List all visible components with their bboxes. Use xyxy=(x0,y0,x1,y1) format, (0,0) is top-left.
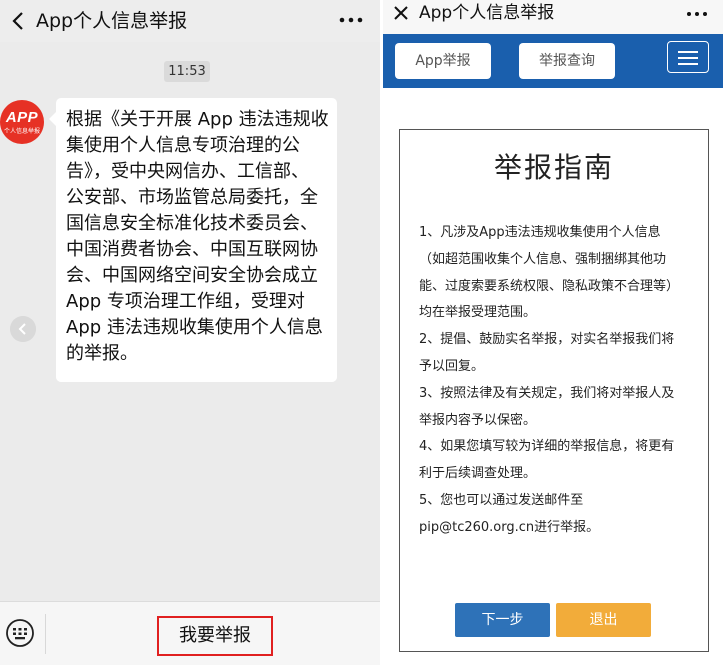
message-line: 中国消费者协会、中国互联网协 xyxy=(66,239,318,260)
report-guide-card: 举报指南 1、凡涉及App违法违规收集使用个人信息 （如超范围收集个人信息、强制… xyxy=(399,129,709,652)
collapse-arrow-icon[interactable] xyxy=(10,316,36,342)
message-line: 的举报。 xyxy=(66,343,138,364)
message-line: 告》，受中央网信办、工信部、 xyxy=(66,161,309,182)
bar-divider xyxy=(45,614,46,654)
close-icon[interactable] xyxy=(391,3,411,23)
guide-title: 举报指南 xyxy=(493,151,614,184)
guide-line: 4、如果您填写较为详细的举报信息，将更有 xyxy=(419,439,675,455)
message-line: 公安部、市场监管总局委托，全 xyxy=(66,187,318,208)
avatar-caption: 个人信息举报 xyxy=(3,128,40,135)
guide-line: 予以回复。 xyxy=(419,358,485,374)
chat-title: App个人信息举报 xyxy=(36,10,188,32)
site-nav: App举报 举报查询 xyxy=(383,34,723,88)
chat-header: App个人信息举报 xyxy=(0,0,380,42)
guide-line: 2、提倡、鼓励实名举报，对实名举报我们将 xyxy=(419,332,675,348)
message-timestamp: 11:53 xyxy=(164,61,210,82)
next-step-button[interactable]: 下一步 xyxy=(455,603,550,637)
guide-text: 1、凡涉及App违法违规收集使用个人信息 （如超范围收集个人信息、强制捆绑其他功… xyxy=(419,220,701,542)
message-bubble: 根据《关于开展 App 违法违规收 集使用个人信息专项治理的公 告》，受中央网信… xyxy=(49,98,337,382)
message-line: 根据《关于开展 App 违法违规收 xyxy=(66,109,329,130)
web-title: App个人信息举报 xyxy=(419,3,555,23)
more-icon[interactable] xyxy=(338,10,364,30)
guide-line: 举报内容予以保密。 xyxy=(419,412,537,428)
guide-line: pip@tc260.org.cn进行举报。 xyxy=(419,519,600,535)
guide-line: 能、过度索要系统权限、隐私政策不合理等） xyxy=(419,278,680,294)
guide-line: 均在举报受理范围。 xyxy=(419,305,537,321)
guide-line: 5、您也可以通过发送邮件至 xyxy=(419,492,584,508)
message-line: 国信息安全标准化技术委员会、 xyxy=(66,213,318,234)
message-line: 会、中国网络空间安全协会成立 xyxy=(66,265,318,286)
message-line: 集使用个人信息专项治理的公 xyxy=(66,135,300,156)
exit-button[interactable]: 退出 xyxy=(556,603,651,637)
guide-line: （如超范围收集个人信息、强制捆绑其他功 xyxy=(419,251,667,267)
message-line: App 专项治理工作组，受理对 xyxy=(66,291,305,312)
message-line: App 违法违规收集使用个人信息 xyxy=(66,317,323,338)
menu-icon[interactable] xyxy=(667,41,709,73)
guide-line: 1、凡涉及App违法违规收集使用个人信息 xyxy=(419,225,661,240)
avatar-logo: APP xyxy=(5,109,39,126)
keyboard-icon[interactable] xyxy=(5,618,35,648)
guide-line: 利于后续调查处理。 xyxy=(419,466,537,482)
nav-report-query[interactable]: 举报查询 xyxy=(519,43,615,79)
avatar[interactable]: APP 个人信息举报 xyxy=(0,100,44,144)
nav-app-report[interactable]: App举报 xyxy=(395,43,491,79)
chat-screen: App个人信息举报 11:53 APP 个人信息举报 根据《关于开展 App 违… xyxy=(0,0,380,665)
more-icon[interactable] xyxy=(685,6,709,22)
web-header: App个人信息举报 xyxy=(383,0,723,34)
back-icon[interactable] xyxy=(8,8,30,34)
web-screen: App个人信息举报 App举报 举报查询 举报指南 1、凡涉及App违法违规收集… xyxy=(383,0,723,665)
guide-line: 3、按照法律及有关规定，我们将对举报人及 xyxy=(419,385,675,401)
report-button[interactable]: 我要举报 xyxy=(157,616,273,656)
chat-bottom-bar: 我要举报 xyxy=(0,601,380,665)
